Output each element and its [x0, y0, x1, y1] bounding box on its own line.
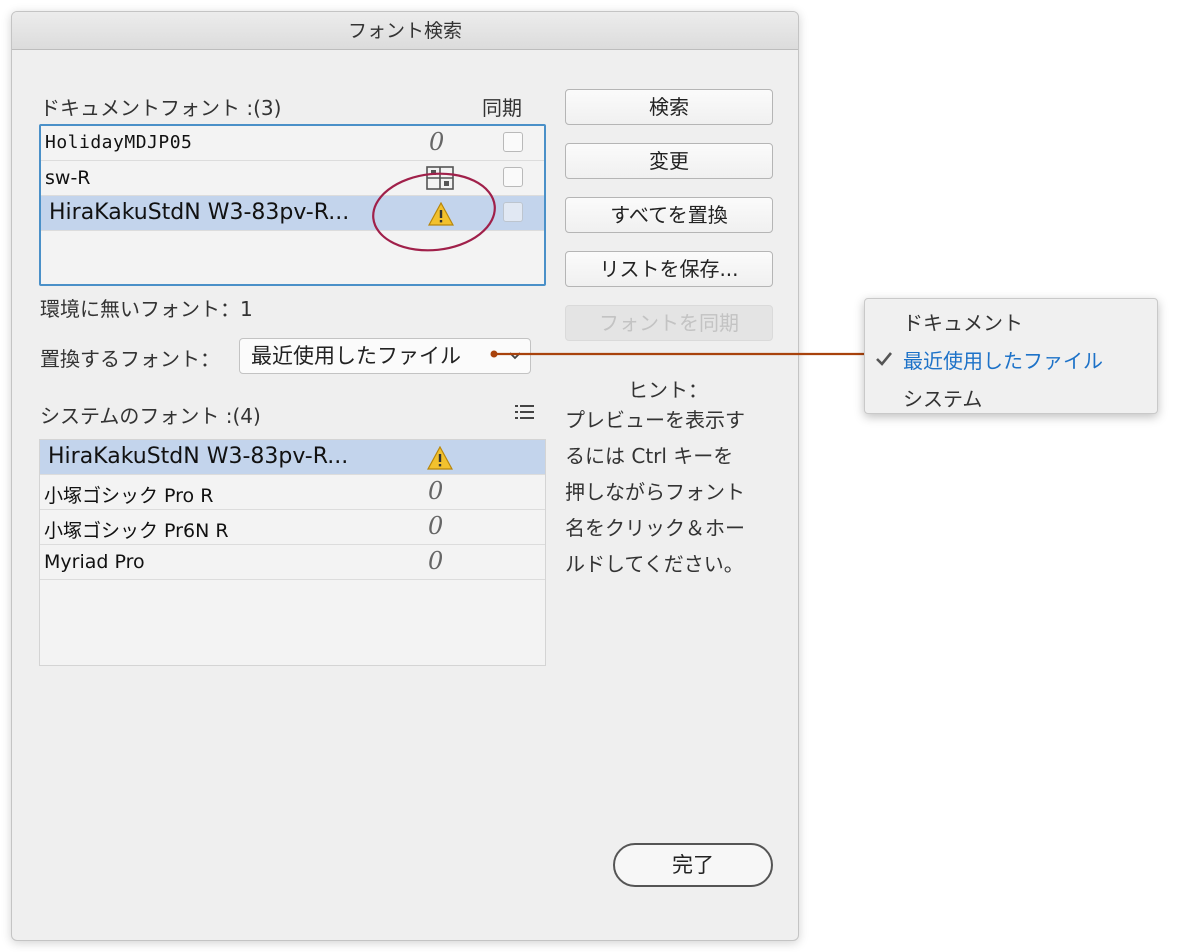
hint-line: 名をクリック＆ホー [565, 516, 745, 540]
replace-all-button[interactable]: すべてを置換 [565, 197, 773, 233]
document-fonts-label: ドキュメントフォント :(3) [40, 96, 282, 120]
find-font-dialog: フォント検索 ドキュメントフォント :(3) 同期 HolidayMDJP05 … [11, 11, 799, 941]
font-name: 小塚ゴシック Pro R [44, 485, 214, 507]
hint-title: ヒント： [628, 378, 708, 402]
menu-item-document[interactable]: ドキュメント [903, 307, 1023, 336]
font-name: HiraKakuStdN W3-83pv-R... [49, 200, 350, 225]
replace-source-value: 最近使用したファイル [251, 344, 461, 368]
sync-checkbox[interactable] [503, 167, 523, 187]
save-list-button[interactable]: リストを保存... [565, 251, 773, 287]
document-font-row[interactable]: sw-R [41, 161, 544, 196]
system-fonts-list[interactable]: HiraKakuStdN W3-83pv-R... 小塚ゴシック Pro R 0… [39, 439, 546, 666]
font-name: HolidayMDJP05 [45, 132, 193, 153]
opentype-icon: 0 [428, 512, 444, 540]
change-button[interactable]: 変更 [565, 143, 773, 179]
hint-line: るには Ctrl キーを [565, 444, 734, 468]
menu-item-system[interactable]: システム [903, 383, 982, 412]
system-fonts-label: システムのフォント :(4) [40, 404, 261, 428]
system-font-row-selected[interactable]: HiraKakuStdN W3-83pv-R... [40, 440, 545, 475]
replace-source-select[interactable]: 最近使用したファイル [239, 338, 531, 374]
document-fonts-list[interactable]: HolidayMDJP05 0 sw-R HiraKakuStdN W3-83p… [39, 124, 546, 286]
font-name: 小塚ゴシック Pr6N R [44, 520, 229, 542]
list-view-icon[interactable] [515, 404, 535, 420]
sync-column-label: 同期 [482, 96, 522, 120]
system-font-row[interactable]: Myriad Pro 0 [40, 545, 545, 580]
done-button[interactable]: 完了 [613, 843, 773, 887]
hint-line: プレビューを表示す [565, 408, 745, 432]
missing-fonts-count: 環境に無いフォント：1 [40, 297, 253, 321]
hint-line: ルドしてください。 [565, 552, 744, 576]
sync-fonts-button[interactable]: フォントを同期 [565, 305, 773, 341]
missing-font-icon [426, 166, 454, 190]
chevron-down-icon [509, 352, 521, 360]
font-name: sw-R [45, 167, 91, 189]
checkmark-icon [876, 352, 893, 366]
warning-icon [427, 446, 453, 470]
replace-source-menu: ドキュメント 最近使用したファイル システム [864, 298, 1158, 414]
sync-checkbox[interactable] [503, 132, 523, 152]
search-button[interactable]: 検索 [565, 89, 773, 125]
replace-with-label: 置換するフォント： [40, 347, 220, 371]
system-font-row[interactable]: 小塚ゴシック Pr6N R 0 [40, 510, 545, 545]
document-font-row[interactable]: HolidayMDJP05 0 [41, 126, 544, 161]
dialog-title: フォント検索 [12, 12, 798, 50]
hint-line: 押しながらフォント [565, 480, 745, 504]
font-name: HiraKakuStdN W3-83pv-R... [48, 444, 349, 469]
document-font-row-selected[interactable]: HiraKakuStdN W3-83pv-R... [41, 196, 544, 231]
font-name: Myriad Pro [44, 551, 145, 573]
opentype-icon: 0 [429, 128, 445, 156]
opentype-icon: 0 [428, 547, 444, 575]
sync-checkbox[interactable] [503, 202, 523, 222]
hint-text: ヒント： プレビューを表示す るには Ctrl キーを 押しながらフォント 名を… [565, 378, 781, 582]
opentype-icon: 0 [428, 477, 444, 505]
menu-item-recent-files[interactable]: 最近使用したファイル [903, 345, 1103, 374]
warning-icon [428, 202, 454, 226]
system-font-row[interactable]: 小塚ゴシック Pro R 0 [40, 475, 545, 510]
